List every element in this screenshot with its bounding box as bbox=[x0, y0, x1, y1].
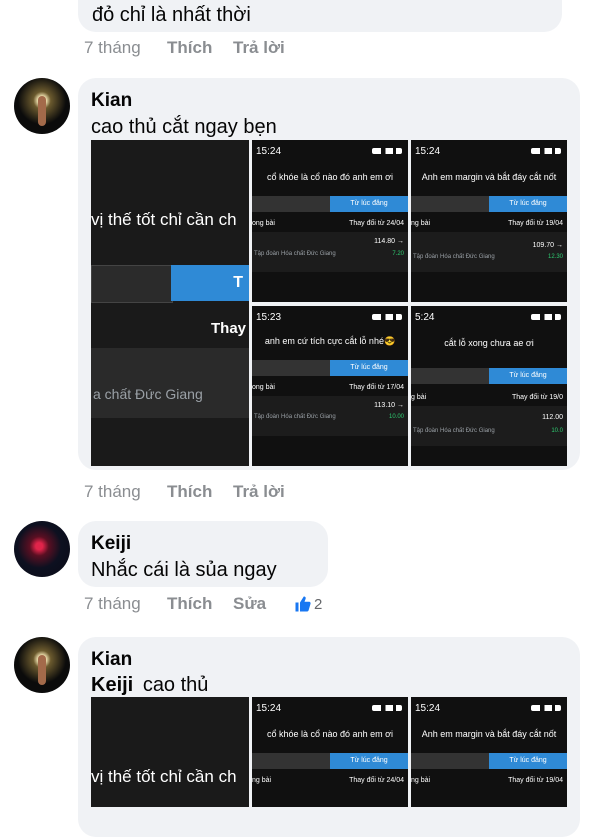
reaction-count-text: 2 bbox=[314, 596, 323, 613]
comment-text: đỏ chỉ là nhất thời bbox=[92, 4, 251, 26]
image-text: 12.30 bbox=[547, 254, 563, 260]
avatar[interactable] bbox=[14, 637, 70, 693]
attached-image-large[interactable]: vị thế tốt chỉ cần ch bbox=[91, 697, 249, 807]
image-text: 15:24 bbox=[415, 703, 441, 714]
attached-image[interactable]: 5:24 cắt lỗ xong chưa ae ơi Từ lúc đăng … bbox=[411, 306, 567, 466]
image-text: Tập đoàn Hóa chất Đức Giang bbox=[254, 414, 336, 420]
comment-text-body: cao thủ bbox=[142, 674, 209, 696]
image-text: 112.00 bbox=[542, 414, 563, 421]
image-text: ng bài bbox=[252, 777, 272, 784]
image-text: vị thế tốt chỉ cần ch bbox=[91, 210, 237, 229]
image-text: a chất Đức Giang bbox=[93, 386, 203, 402]
image-text: cắt lỗ xong chưa ae ơi bbox=[444, 338, 534, 348]
image-text: Từ lúc đăng bbox=[330, 196, 408, 212]
status-icons bbox=[372, 705, 402, 711]
attached-image[interactable]: 15:23 anh em cứ tích cực cắt lỗ nhé😎 Từ … bbox=[252, 306, 408, 466]
reply-button[interactable]: Trả lời bbox=[233, 482, 285, 502]
image-text: cổ khóe là cổ nào đó anh em ơi bbox=[267, 172, 393, 182]
image-text: 10.0 bbox=[551, 428, 563, 434]
image-text: Từ lúc đăng bbox=[330, 753, 408, 769]
attached-image[interactable]: 15:24 Anh em margin và bắt đáy cắt nốt T… bbox=[411, 140, 567, 302]
image-text: Từ lúc đăng bbox=[489, 368, 567, 384]
status-icons bbox=[531, 148, 561, 154]
author-name[interactable]: Kian bbox=[91, 90, 132, 112]
edit-button[interactable]: Sửa bbox=[233, 594, 266, 614]
reply-button[interactable]: Trả lời bbox=[233, 38, 285, 58]
image-text: 113.10 → bbox=[374, 402, 404, 409]
image-text: Tập đoàn Hóa chất Đức Giang bbox=[413, 254, 495, 260]
image-text: ong bài bbox=[252, 384, 275, 391]
image-text: Thay đổi từ 17/04 bbox=[349, 384, 404, 391]
attached-image-large[interactable]: vị thế tốt chỉ cần ch T Thay a chất Đức … bbox=[91, 140, 249, 466]
image-text: Thay đổi từ 19/04 bbox=[508, 777, 563, 784]
comment-time[interactable]: 7 tháng bbox=[84, 38, 141, 58]
image-text: 15:24 bbox=[415, 146, 441, 157]
image-text: Thay đổi từ 24/04 bbox=[349, 220, 404, 227]
image-text: ong bài bbox=[252, 220, 275, 227]
image-tab: T bbox=[171, 265, 249, 301]
author-name[interactable]: Kian bbox=[91, 649, 132, 671]
image-text: 10.00 bbox=[388, 414, 404, 420]
image-text: anh em cứ tích cực cắt lỗ nhé😎 bbox=[264, 336, 396, 346]
status-icons bbox=[372, 314, 402, 320]
image-text: Từ lúc đăng bbox=[489, 753, 567, 769]
image-text: vị thế tốt chỉ cần ch bbox=[91, 767, 237, 786]
image-text: Từ lúc đăng bbox=[489, 196, 567, 212]
image-text: 114.80 → bbox=[374, 238, 404, 245]
image-text: ng bài bbox=[411, 777, 431, 784]
image-text: Anh em margin và bắt đáy cắt nốt bbox=[421, 172, 557, 182]
avatar[interactable] bbox=[14, 78, 70, 134]
like-button[interactable]: Thích bbox=[167, 594, 212, 614]
image-text: Thay bbox=[211, 320, 247, 337]
attached-image[interactable]: 15:24 cổ khóe là cổ nào đó anh em ơi Từ … bbox=[252, 697, 408, 807]
status-icons bbox=[531, 314, 561, 320]
mention-link[interactable]: Keiji bbox=[91, 674, 133, 696]
comment-text: Keiji cao thủ bbox=[91, 674, 208, 697]
thumbs-up-icon bbox=[294, 595, 312, 613]
attached-image[interactable]: 15:24 Anh em margin và bắt đáy cắt nốt T… bbox=[411, 697, 567, 807]
image-text: Thay đổi từ 24/04 bbox=[349, 777, 404, 784]
image-text: Thay đổi từ 19/0 bbox=[512, 394, 563, 401]
image-text: Từ lúc đăng bbox=[330, 360, 408, 376]
avatar[interactable] bbox=[14, 521, 70, 577]
image-text: 15:24 bbox=[256, 146, 282, 157]
comment-time[interactable]: 7 tháng bbox=[84, 482, 141, 502]
comment-time[interactable]: 7 tháng bbox=[84, 594, 141, 614]
image-text: 15:23 bbox=[256, 312, 282, 323]
image-text: ng bài bbox=[411, 220, 431, 227]
like-button[interactable]: Thích bbox=[167, 38, 212, 58]
comment-text: Nhắc cái là sủa ngay bbox=[91, 559, 277, 581]
like-button[interactable]: Thích bbox=[167, 482, 212, 502]
comment-text: cao thủ cắt ngay bẹn bbox=[91, 116, 277, 138]
attached-image[interactable]: 15:24 cổ khóe là cổ nào đó anh em ơi Từ … bbox=[252, 140, 408, 302]
image-text: Tập đoàn Hóa chất Đức Giang bbox=[254, 251, 336, 257]
image-text: 15:24 bbox=[256, 703, 282, 714]
image-text: Tập đoàn Hóa chất Đức Giang bbox=[413, 428, 495, 434]
image-text: 109.70 → bbox=[532, 242, 563, 249]
image-text: cổ khóe là cổ nào đó anh em ơi bbox=[267, 729, 393, 739]
image-text: 5:24 bbox=[415, 312, 435, 323]
image-text: 7.20 bbox=[392, 251, 404, 257]
status-icons bbox=[531, 705, 561, 711]
image-text: Thay đổi từ 19/04 bbox=[508, 220, 563, 227]
status-icons bbox=[372, 148, 402, 154]
top-comment-bubble: đỏ chỉ là nhất thời bbox=[78, 0, 562, 32]
author-name[interactable]: Keiji bbox=[91, 533, 131, 555]
image-text: Anh em margin và bắt đáy cắt nốt bbox=[421, 729, 557, 739]
image-text: g bài bbox=[411, 394, 427, 401]
